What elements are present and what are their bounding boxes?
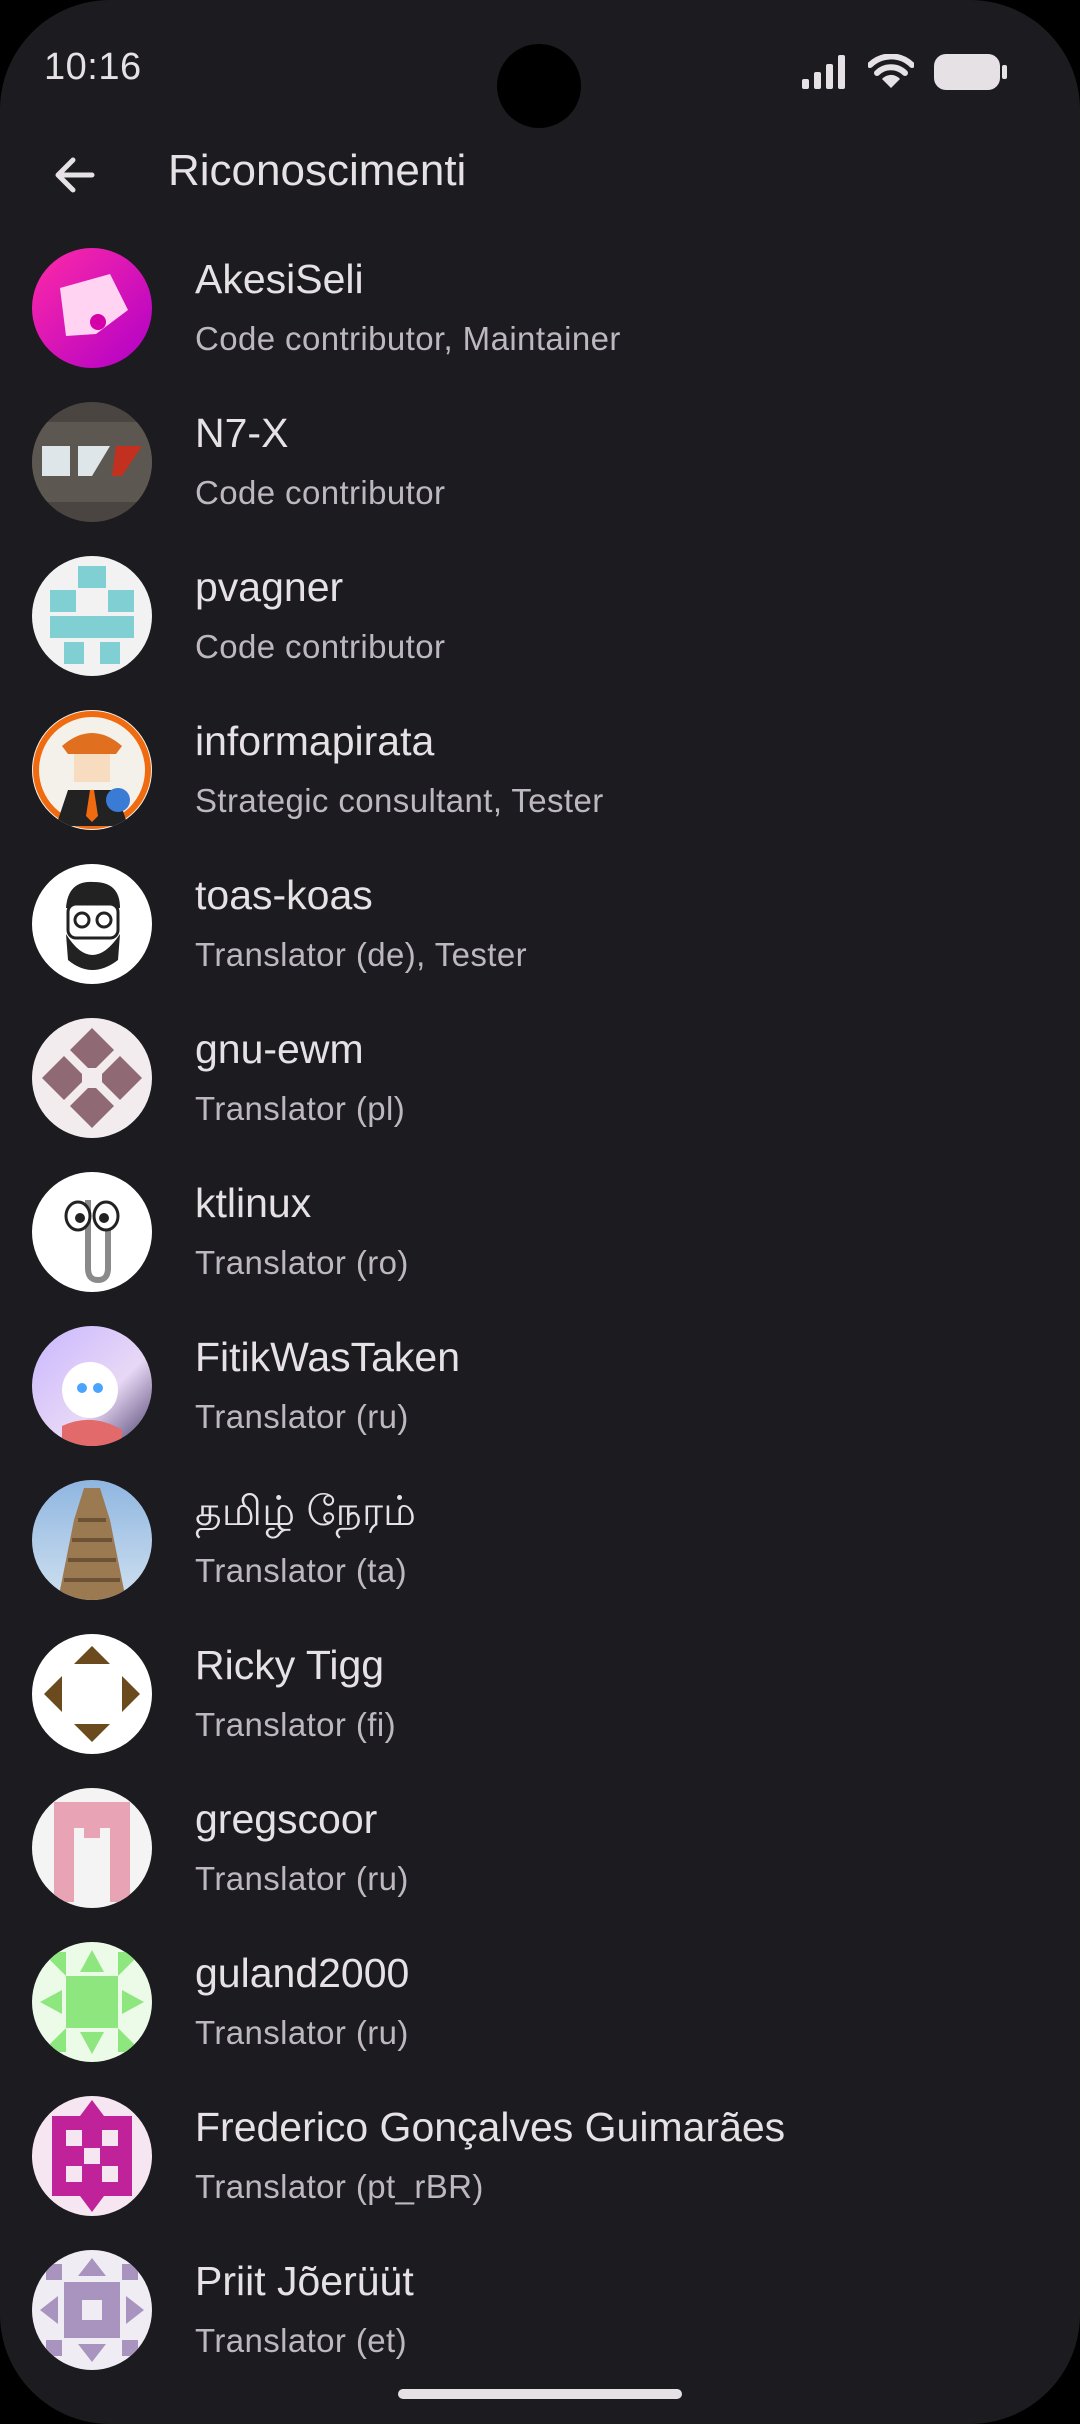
contributor-role: Translator (ru) — [195, 1860, 409, 1897]
status-icons — [802, 50, 1008, 94]
status-time: 10:16 — [44, 46, 142, 88]
list-item[interactable]: ktlinux Translator (ro) — [0, 1154, 1080, 1308]
contributor-role: Translator (pl) — [195, 1090, 406, 1127]
list-item[interactable]: guland2000 Translator (ru) — [0, 1924, 1080, 2078]
camera-cutout — [497, 44, 581, 128]
avatar — [32, 1634, 152, 1754]
arrow-back-icon[interactable] — [44, 144, 106, 206]
avatar — [32, 1480, 152, 1600]
avatar — [32, 2096, 152, 2216]
contributor-name: pvagner — [195, 564, 344, 610]
list-item[interactable]: N7-X Code contributor — [0, 384, 1080, 538]
list-item[interactable]: toas-koas Translator (de), Tester — [0, 846, 1080, 1000]
list-item[interactable]: gnu-ewm Translator (pl) — [0, 1000, 1080, 1154]
contributor-name: Frederico Gonçalves Guimarães — [195, 2104, 786, 2150]
app-screen: 10:16 Riconoscimenti AkesiSeli Code cont… — [0, 0, 1080, 2424]
contributor-role: Code contributor — [195, 474, 446, 511]
contributor-name: guland2000 — [195, 1950, 410, 1996]
contributor-name: Priit Jõerüüt — [195, 2258, 414, 2304]
contributor-name: informapirata — [195, 718, 435, 764]
contributor-role: Translator (ro) — [195, 1244, 409, 1281]
gesture-home-indicator[interactable] — [398, 2389, 682, 2399]
list-item[interactable]: FitikWasTaken Translator (ru) — [0, 1308, 1080, 1462]
list-item[interactable]: தமிழ் நேரம் Translator (ta) — [0, 1462, 1080, 1616]
contributor-name: gnu-ewm — [195, 1026, 364, 1072]
avatar — [32, 710, 152, 830]
contributor-role: Code contributor, Maintainer — [195, 320, 621, 357]
contributor-role: Strategic consultant, Tester — [195, 782, 604, 819]
contributor-role: Translator (fi) — [195, 1706, 396, 1743]
contributor-role: Translator (ru) — [195, 1398, 409, 1435]
avatar — [32, 2250, 152, 2370]
contributor-role: Translator (de), Tester — [195, 936, 527, 973]
avatar — [32, 1326, 152, 1446]
avatar — [32, 1788, 152, 1908]
top-app-bar: Riconoscimenti — [0, 120, 1080, 230]
list-item[interactable]: AkesiSeli Code contributor, Maintainer — [0, 230, 1080, 384]
avatar — [32, 1172, 152, 1292]
contributor-name: தமிழ் நேரம் — [195, 1488, 417, 1534]
contributor-name: AkesiSeli — [195, 256, 364, 302]
contributor-role: Translator (ta) — [195, 1552, 407, 1589]
contributor-name: Ricky Tigg — [195, 1642, 385, 1688]
wifi-icon — [868, 54, 914, 88]
avatar — [32, 556, 152, 676]
contributor-role: Translator (et) — [195, 2322, 407, 2359]
list-item[interactable]: informapirata Strategic consultant, Test… — [0, 692, 1080, 846]
battery-icon — [934, 54, 1007, 90]
contributor-role: Translator (pt_rBR) — [195, 2168, 484, 2205]
contributor-name: toas-koas — [195, 872, 373, 918]
contributor-role: Translator (ru) — [195, 2014, 409, 2051]
page-title: Riconoscimenti — [168, 146, 467, 195]
avatar — [32, 402, 152, 522]
contributors-list: AkesiSeli Code contributor, Maintainer N… — [0, 230, 1080, 2386]
avatar — [32, 1018, 152, 1138]
list-item[interactable]: pvagner Code contributor — [0, 538, 1080, 692]
avatar — [32, 248, 152, 368]
cellular-signal-icon — [802, 55, 845, 89]
contributor-name: N7-X — [195, 410, 289, 456]
status-bar: 10:16 — [0, 0, 1080, 140]
list-item[interactable]: Priit Jõerüüt Translator (et) — [0, 2232, 1080, 2386]
list-item[interactable]: gregscoor Translator (ru) — [0, 1770, 1080, 1924]
avatar — [32, 864, 152, 984]
contributor-role: Code contributor — [195, 628, 446, 665]
contributor-name: ktlinux — [195, 1180, 312, 1226]
contributor-name: FitikWasTaken — [195, 1334, 461, 1380]
contributor-name: gregscoor — [195, 1796, 378, 1842]
list-item[interactable]: Frederico Gonçalves Guimarães Translator… — [0, 2078, 1080, 2232]
list-item[interactable]: Ricky Tigg Translator (fi) — [0, 1616, 1080, 1770]
avatar — [32, 1942, 152, 2062]
